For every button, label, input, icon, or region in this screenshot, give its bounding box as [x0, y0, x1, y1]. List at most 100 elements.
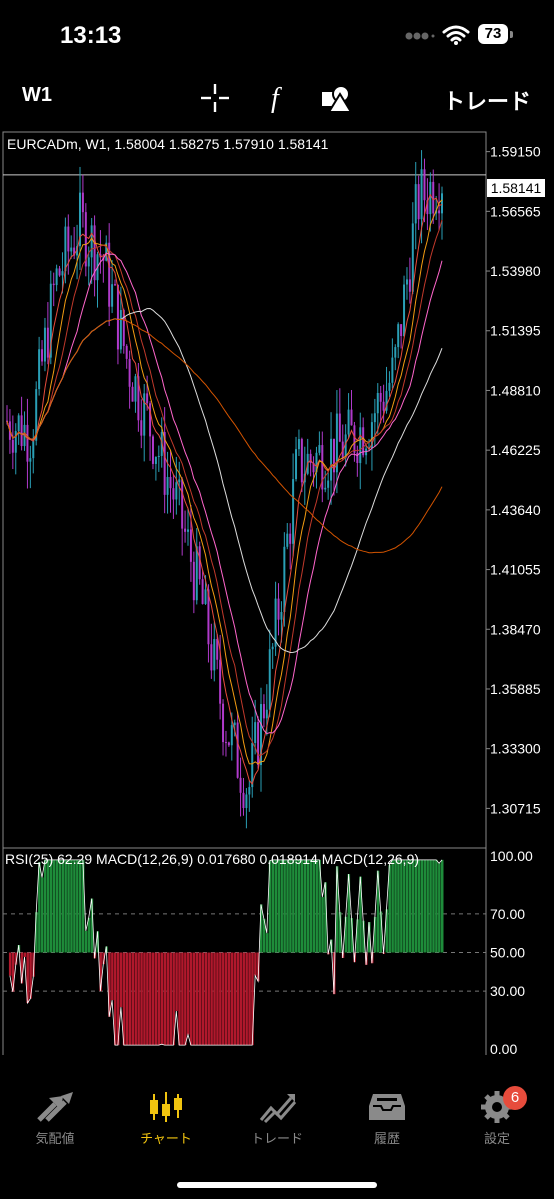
- macd-bar: [321, 897, 324, 953]
- macd-bar: [414, 859, 418, 953]
- macd-bar: [195, 952, 199, 1046]
- macd-bar: [140, 952, 143, 1046]
- tab-trade[interactable]: トレード: [227, 1084, 327, 1154]
- price-tick-label: 1.59150: [490, 144, 541, 160]
- candle-body: [420, 169, 423, 220]
- candle-body: [26, 424, 29, 462]
- macd-bar: [128, 952, 132, 1046]
- macd-bar: [61, 859, 64, 953]
- candle-body: [189, 529, 192, 562]
- macd-bar: [23, 952, 27, 957]
- candle-body: [283, 546, 286, 613]
- svg-text:f: f: [271, 83, 282, 114]
- oscillator-tick-label: 30.00: [490, 983, 525, 999]
- macd-bar: [306, 859, 310, 953]
- macd-bar: [230, 952, 234, 1046]
- candle-body: [359, 427, 362, 464]
- oscillator-tick-label: 0.00: [490, 1041, 517, 1055]
- price-tick-label: 1.53980: [490, 263, 541, 279]
- tab-history[interactable]: 履歴: [337, 1084, 437, 1154]
- indicators-f-icon[interactable]: f: [262, 82, 294, 114]
- objects-shapes-icon[interactable]: [320, 82, 352, 114]
- candle-body: [195, 546, 198, 601]
- candle-body: [338, 413, 341, 442]
- candle-body: [239, 777, 242, 793]
- candle-body: [131, 386, 134, 402]
- macd-bar: [423, 859, 426, 953]
- price-tick-label: 1.43640: [490, 502, 541, 518]
- macd-bar: [178, 952, 181, 1046]
- macd-bar: [184, 952, 187, 1046]
- quotes-arrows-icon: [37, 1092, 73, 1122]
- moving-average-line: [6, 307, 443, 654]
- macd-bar: [295, 859, 298, 953]
- candle-body: [216, 639, 219, 660]
- macd-bar: [438, 863, 441, 953]
- macd-bar: [315, 859, 318, 953]
- candle-body: [157, 455, 160, 457]
- macd-bar: [175, 952, 178, 1011]
- candle-body: [438, 210, 441, 214]
- price-tick-label: 1.48810: [490, 382, 541, 398]
- tab-label: 気配値: [35, 1131, 75, 1146]
- macd-bar: [303, 859, 307, 953]
- price-chart[interactable]: 1.59150 1.56565 1.53980 1.51395 1.48810 1.462…: [0, 130, 554, 1055]
- tab-chart[interactable]: チャート: [116, 1084, 216, 1154]
- oscillator-tick-label: 50.00: [490, 945, 525, 961]
- macd-bar: [233, 952, 237, 1046]
- macd-bar: [41, 877, 44, 953]
- macd-bar: [198, 952, 202, 1046]
- candle-body: [400, 324, 403, 337]
- tab-label: 設定: [483, 1131, 510, 1146]
- timeframe-button[interactable]: W1: [22, 84, 52, 107]
- candle-body: [154, 456, 157, 464]
- macd-bar: [309, 859, 313, 953]
- macd-bar: [216, 952, 219, 1046]
- candle-body: [181, 479, 184, 529]
- candle-body: [300, 439, 303, 483]
- macd-bar: [297, 859, 301, 953]
- macd-bar: [292, 859, 295, 953]
- macd-bar: [224, 952, 228, 1046]
- macd-bar: [204, 952, 208, 1046]
- candle-body: [382, 401, 385, 411]
- tab-label: トレード: [250, 1131, 303, 1146]
- tab-settings[interactable]: 6 設定: [447, 1084, 547, 1154]
- candle-body: [219, 659, 222, 704]
- candle-body: [233, 722, 236, 726]
- trade-button[interactable]: トレード: [443, 84, 531, 116]
- candle-body: [376, 392, 379, 414]
- macd-bar: [300, 859, 304, 953]
- chart-toolbar: W1 f トレード: [0, 70, 554, 126]
- cellular-signal-icon: [405, 32, 435, 40]
- candle-body: [394, 347, 397, 358]
- candle-body: [58, 268, 61, 276]
- macd-bar: [429, 859, 432, 953]
- candle-body: [151, 436, 154, 464]
- macd-bar: [55, 859, 59, 953]
- candle-body: [166, 476, 169, 495]
- macd-bar: [157, 952, 161, 1046]
- candle-body: [143, 393, 146, 436]
- axis-ticks: 1.59150 1.56565 1.53980 1.51395 1.48810 1.462…: [486, 144, 541, 1055]
- macd-bar: [391, 859, 394, 953]
- macd-bar: [435, 859, 438, 953]
- tab-bar: 気配値 チャート トレード 履歴 6 設定: [0, 1084, 554, 1164]
- macd-bar: [43, 859, 47, 953]
- candle-body: [277, 598, 280, 620]
- indicator-title: RSI(25) 62.29 MACD(12,26,9) 0.017680 0.0…: [5, 851, 420, 867]
- macd-bar: [49, 859, 53, 953]
- price-tick-label: 1.33300: [490, 741, 541, 757]
- candle-body: [178, 479, 181, 483]
- oscillator-tick-label: 70.00: [490, 906, 525, 922]
- macd-bar: [403, 859, 406, 953]
- crosshair-icon[interactable]: [199, 82, 231, 114]
- candle-body: [128, 358, 131, 387]
- candle-body: [441, 193, 443, 214]
- candle-body: [67, 226, 70, 252]
- candle-body: [64, 226, 67, 272]
- candle-body: [119, 310, 122, 350]
- status-bar: 13:13 73: [0, 0, 554, 70]
- tab-quotes[interactable]: 気配値: [5, 1084, 105, 1154]
- macd-bar: [248, 952, 251, 1046]
